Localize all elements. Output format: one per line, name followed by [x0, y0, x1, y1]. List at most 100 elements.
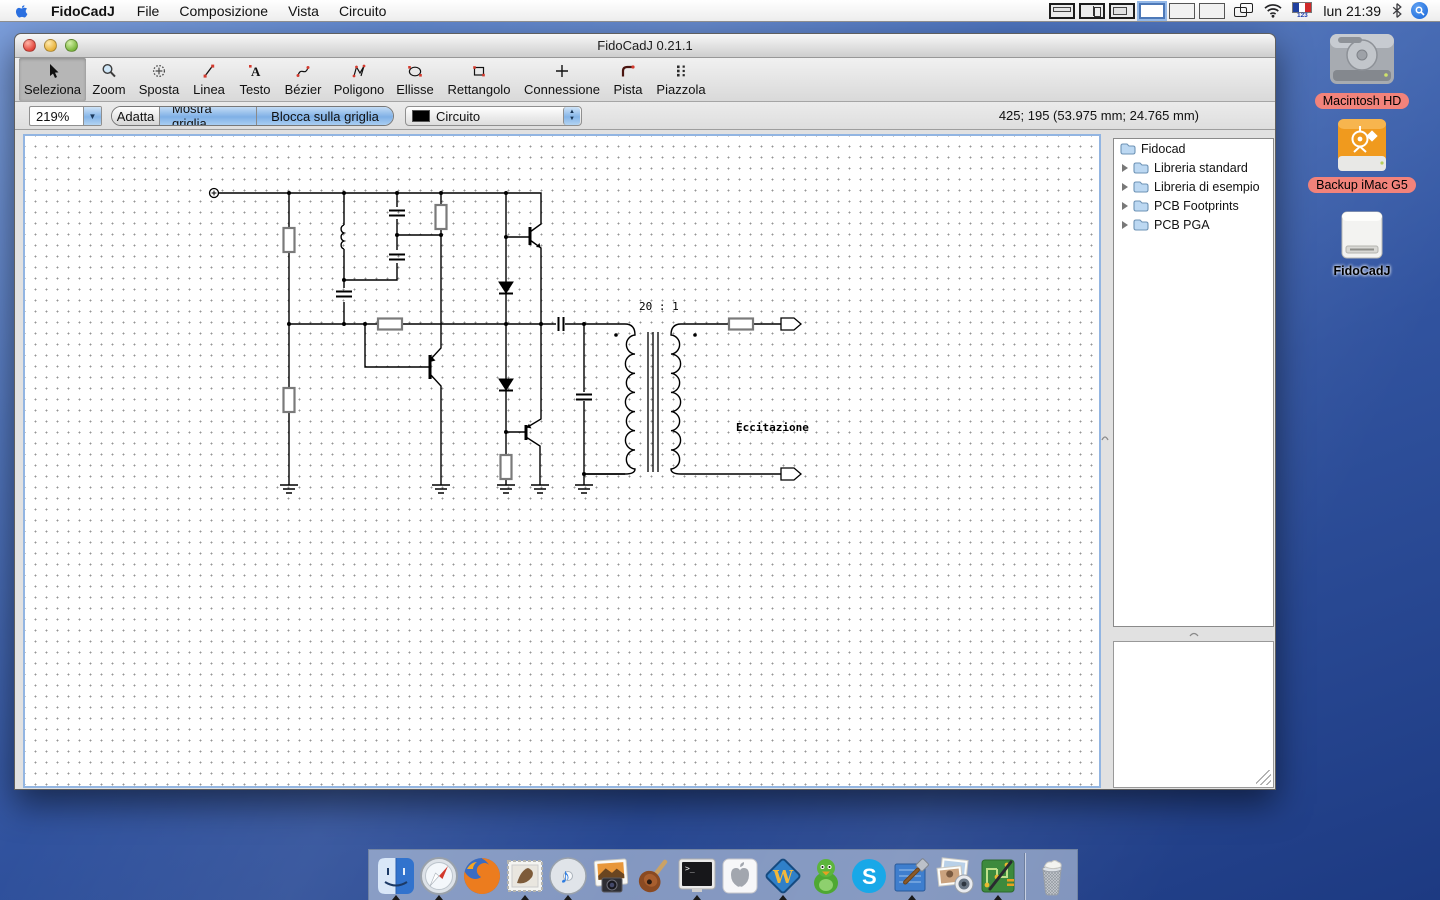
desktop-pager-2[interactable]: [1079, 3, 1105, 19]
stepper-up-glyph: ▲: [569, 109, 575, 116]
spotlight-icon[interactable]: [1411, 2, 1428, 19]
tool-poligono[interactable]: Poligono: [328, 58, 390, 101]
internal-drive-icon: [1324, 28, 1400, 90]
disclosure-triangle-icon[interactable]: [1122, 221, 1128, 229]
show-grid-button[interactable]: Mostra griglia: [160, 107, 257, 125]
layer-select[interactable]: Circuito ▲▼: [405, 106, 582, 126]
dock-finder[interactable]: [375, 853, 418, 899]
tool-pista[interactable]: Pista: [606, 58, 650, 101]
keyboard-layout-menu[interactable]: 123: [1292, 2, 1312, 20]
menu-file[interactable]: File: [127, 0, 170, 22]
dock-photos[interactable]: [933, 853, 976, 899]
apple-menu[interactable]: [0, 2, 41, 19]
zoom-combo[interactable]: 219% ▼: [29, 106, 102, 126]
tool-bezier[interactable]: Bézier: [278, 58, 328, 101]
tool-seleziona[interactable]: Seleziona: [19, 58, 86, 101]
horizontal-splitter-handle[interactable]: [1187, 629, 1201, 638]
desktop-icon-backup-imac-g5[interactable]: Backup iMac G5: [1307, 116, 1417, 193]
layer-stepper[interactable]: ▲▼: [563, 107, 580, 125]
layer-name: Circuito: [436, 109, 563, 124]
dock: ♪: [368, 849, 1078, 900]
tool-connessione[interactable]: Connessione: [518, 58, 606, 101]
folder-icon: [1133, 218, 1149, 231]
transformer-core: [648, 332, 658, 472]
grid-button-group: Adatta Mostra griglia Blocca sulla grigl…: [111, 106, 394, 126]
desktop-pager-6[interactable]: [1199, 3, 1225, 19]
window-resize-grip[interactable]: [1256, 770, 1271, 785]
disclosure-triangle-icon[interactable]: [1122, 202, 1128, 210]
tool-testo[interactable]: A Testo: [232, 58, 278, 101]
dock-iphoto[interactable]: [590, 853, 633, 899]
zoom-dropdown-button[interactable]: ▼: [83, 107, 101, 125]
desktop-icon-macintosh-hd[interactable]: Macintosh HD: [1307, 28, 1417, 109]
svg-text:>_: >_: [685, 864, 695, 873]
dock-xcode[interactable]: [890, 853, 933, 899]
tool-piazzola[interactable]: Piazzola: [650, 58, 712, 101]
dock-itunes[interactable]: ♪: [547, 853, 590, 899]
tree-item-pcb-pga[interactable]: PCB PGA: [1114, 215, 1273, 234]
magnifier-glyph: [1415, 6, 1425, 16]
desktop-icon-fidocadj-disk[interactable]: FidoCadJ: [1307, 210, 1417, 279]
bluetooth-icon[interactable]: [1392, 3, 1402, 18]
desktop-pager-1[interactable]: [1049, 3, 1075, 19]
transformer: [584, 324, 697, 474]
tool-zoom[interactable]: Zoom: [86, 58, 132, 101]
tool-label: Ellisse: [396, 82, 434, 97]
itunes-icon: ♪: [547, 855, 589, 897]
transformer-secondary-coil: [671, 324, 681, 474]
folder-icon: [1133, 180, 1149, 193]
tool-label: Sposta: [139, 82, 179, 97]
desktop-pager-5[interactable]: [1169, 3, 1195, 19]
tool-linea[interactable]: Linea: [186, 58, 232, 101]
dock-trash[interactable]: [1030, 853, 1073, 899]
menu-app[interactable]: FidoCadJ: [41, 0, 127, 22]
pager-window-shape: [1094, 7, 1101, 17]
snap-grid-button[interactable]: Blocca sulla griglia: [257, 107, 393, 125]
menu-composizione[interactable]: Composizione: [169, 0, 278, 22]
dock-skype[interactable]: S: [847, 853, 890, 899]
stepper-down-glyph: ▼: [569, 116, 575, 123]
menu-circuito[interactable]: Circuito: [329, 0, 396, 22]
tool-rettangolo[interactable]: Rettangolo: [440, 58, 518, 101]
keyboard-layout-label: 123: [1297, 13, 1308, 20]
menu-vista[interactable]: Vista: [278, 0, 329, 22]
polygon-icon: [351, 62, 367, 80]
tree-item-pcb-footprints[interactable]: PCB Footprints: [1114, 196, 1273, 215]
running-indicator: [693, 895, 701, 900]
trash-full-icon: [1031, 855, 1073, 897]
dock-safari[interactable]: [418, 853, 461, 899]
tool-sposta[interactable]: Sposta: [132, 58, 186, 101]
dock-terminal[interactable]: >_: [676, 853, 719, 899]
fit-button[interactable]: Adatta: [112, 107, 160, 125]
zoom-value: 219%: [30, 109, 83, 124]
dock-software[interactable]: [719, 853, 762, 899]
tree-item-libreria-di-esempio[interactable]: Libreria di esempio: [1114, 177, 1273, 196]
tree-item-libreria-standard[interactable]: Libreria standard: [1114, 158, 1273, 177]
dock-firefox[interactable]: [461, 853, 504, 899]
dock-fidocadj[interactable]: [976, 853, 1019, 899]
tools-toolbar: Seleziona Zoom Sposta Linea A Testo Bézi…: [15, 58, 1275, 102]
running-indicator: [564, 895, 572, 900]
macro-preview-panel: [1113, 641, 1274, 788]
drawing-canvas[interactable]: 20 : 1 Eccitazione: [23, 134, 1101, 788]
dock-textwrangler[interactable]: W: [761, 853, 804, 899]
resistors: [284, 205, 754, 479]
tree-root-fidocad[interactable]: Fidocad: [1114, 139, 1273, 158]
window-stack-icon[interactable]: [1234, 3, 1254, 19]
folder-icon: [1133, 161, 1149, 174]
firewire-drive-icon: [1330, 116, 1394, 174]
wifi-icon[interactable]: [1263, 3, 1283, 18]
title-bar[interactable]: FidoCadJ 0.21.1: [15, 34, 1275, 58]
removable-disk-icon: [1334, 210, 1390, 260]
desktop-pager-3[interactable]: [1109, 3, 1135, 19]
tool-ellisse[interactable]: Ellisse: [390, 58, 440, 101]
disclosure-triangle-icon[interactable]: [1122, 164, 1128, 172]
dock-mail[interactable]: [504, 853, 547, 899]
tool-label: Seleziona: [24, 82, 81, 97]
menu-clock[interactable]: lun 21:39: [1321, 3, 1383, 19]
vertical-splitter-handle[interactable]: [1099, 432, 1111, 442]
desktop-pager-4-active[interactable]: [1139, 3, 1165, 19]
dock-adium[interactable]: [804, 853, 847, 899]
disclosure-triangle-icon[interactable]: [1122, 183, 1128, 191]
dock-garageband[interactable]: [633, 853, 676, 899]
